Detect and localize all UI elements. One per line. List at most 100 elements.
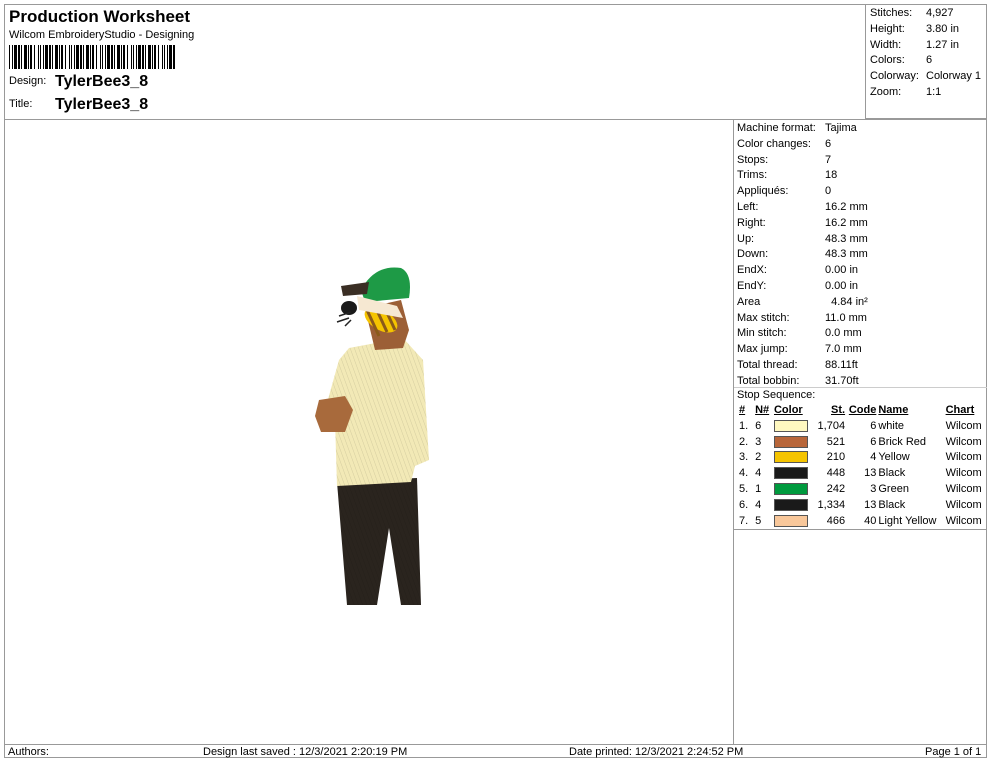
info-row: Total thread: 88.11ft — [737, 358, 868, 374]
color-cell — [772, 419, 812, 435]
software-name: Wilcom EmbroideryStudio - Designing — [9, 29, 195, 41]
info-value: 31.70ft — [825, 374, 859, 387]
cell-name: white — [878, 419, 905, 432]
design-label: Design: — [9, 75, 47, 87]
column-header: Name — [878, 404, 909, 416]
table-row: 5. 1 242 3 Green Wilcom — [735, 482, 986, 498]
info-key: Max stitch: — [737, 311, 790, 324]
info-value: 0.00 in — [825, 264, 859, 277]
cell-code: 6 — [870, 435, 877, 448]
cell-name: Black — [878, 498, 906, 511]
info-key: Total thread: — [737, 358, 798, 371]
info-value: 7.0 mm — [825, 343, 862, 356]
cell-name: Yellow — [878, 451, 910, 464]
summary-row: Stitches: 4,927 — [870, 7, 954, 19]
cell-num: 1. — [739, 419, 749, 432]
summary-value: Colorway 1 — [926, 70, 982, 83]
worksheet-title: Production Worksheet — [9, 7, 191, 26]
summary-value: 3.80 in — [926, 22, 960, 35]
info-key: Machine format: — [737, 122, 816, 134]
summary-key: Height: — [870, 22, 905, 35]
summary-key: Width: — [870, 38, 902, 51]
cell-st: 521 — [826, 435, 846, 448]
embroidery-design-preview — [315, 267, 429, 605]
cell-name: Brick Red — [878, 435, 927, 448]
info-row: Appliqués: 0 — [737, 184, 868, 200]
cell-st: 242 — [826, 482, 846, 495]
info-key: Appliqués: — [737, 185, 789, 198]
summary-value: 1:1 — [926, 86, 942, 98]
worksheet-header: Production Worksheet Wilcom EmbroiderySt… — [5, 5, 865, 119]
table-row: 3. 2 210 4 Yellow Wilcom — [735, 450, 986, 466]
cell-num: 3. — [739, 451, 749, 464]
cell-n: 4 — [755, 467, 762, 480]
divider — [734, 529, 987, 530]
info-value: 48.3 mm — [825, 232, 868, 245]
info-row: Left: 16.2 mm — [737, 200, 868, 216]
info-key: Color changes: — [737, 137, 811, 150]
info-value: 0.0 mm — [825, 327, 862, 340]
cell-n: 2 — [755, 451, 762, 464]
color-cell — [772, 450, 812, 466]
cell-code: 4 — [870, 451, 877, 464]
machine-info-panel: Machine format: Tajima Color changes: 6 Stop… — [737, 121, 868, 390]
cell-chart: Wilcom — [945, 435, 982, 448]
info-value: 11.0 mm — [825, 311, 867, 324]
divider — [733, 119, 734, 745]
divider — [5, 744, 987, 745]
cell-st: 448 — [826, 467, 846, 480]
color-swatch — [773, 483, 808, 496]
column-header: Code — [848, 404, 877, 416]
info-key: Min stitch: — [737, 327, 787, 340]
info-key: Down: — [737, 248, 769, 261]
info-row: Trims: 18 — [737, 168, 868, 184]
summary-value: 4,927 — [926, 7, 954, 19]
column-header: Color — [773, 404, 803, 416]
info-key: EndX: — [737, 264, 767, 277]
stop-sequence-label: Stop Sequence: — [737, 389, 816, 401]
info-key: Up: — [737, 232, 755, 245]
info-value: 0 — [825, 185, 832, 198]
info-value: 48.3 mm — [825, 248, 868, 261]
info-row: Down: 48.3 mm — [737, 247, 868, 263]
cell-num: 7. — [739, 514, 749, 527]
info-row: EndY: 0.00 in — [737, 279, 868, 295]
info-value: 6 — [825, 137, 832, 150]
info-value: 88.11ft — [825, 358, 858, 371]
cell-st: 210 — [826, 451, 846, 464]
cell-chart: Wilcom — [945, 451, 982, 464]
color-cell — [772, 482, 812, 498]
summary-row: Height: 3.80 in — [870, 23, 959, 35]
page-number: Page 1 of 1 — [925, 746, 982, 758]
cell-st: 1,334 — [817, 498, 846, 511]
info-row: Stops: 7 — [737, 153, 868, 169]
cell-chart: Wilcom — [945, 419, 982, 432]
cell-name: Green — [878, 482, 909, 495]
cell-num: 6. — [739, 498, 749, 511]
column-header: N# — [755, 404, 770, 416]
info-value: 4.84 in² — [825, 295, 868, 308]
column-header: Chart — [945, 404, 975, 416]
summary-key: Stitches: — [870, 7, 913, 19]
cell-code: 13 — [864, 467, 877, 480]
table-row: 4. 4 448 13 Black Wilcom — [735, 466, 986, 482]
info-row: Max stitch: 11.0 mm — [737, 311, 868, 327]
summary-key: Colors: — [870, 54, 905, 67]
divider — [5, 119, 987, 120]
last-saved: Design last saved : 12/3/2021 2:20:19 PM — [203, 746, 408, 758]
cell-code: 6 — [870, 419, 877, 432]
title-label: Title: — [9, 98, 33, 110]
cell-name: Light Yellow — [878, 514, 937, 527]
table-row: 7. 5 466 40 Light Yellow Wilcom — [735, 514, 986, 530]
color-cell — [772, 514, 812, 530]
divider — [734, 387, 987, 388]
color-swatch — [773, 467, 808, 480]
table-row: 6. 4 1,334 13 Black Wilcom — [735, 498, 986, 514]
cell-code: 40 — [864, 514, 877, 527]
table-row: 1. 6 1,704 6 white Wilcom — [735, 419, 986, 435]
info-key: Stops: — [737, 153, 769, 166]
cell-num: 5. — [739, 482, 749, 495]
info-row: Up: 48.3 mm — [737, 232, 868, 248]
cell-chart: Wilcom — [945, 514, 982, 527]
info-key: Area — [737, 295, 761, 308]
